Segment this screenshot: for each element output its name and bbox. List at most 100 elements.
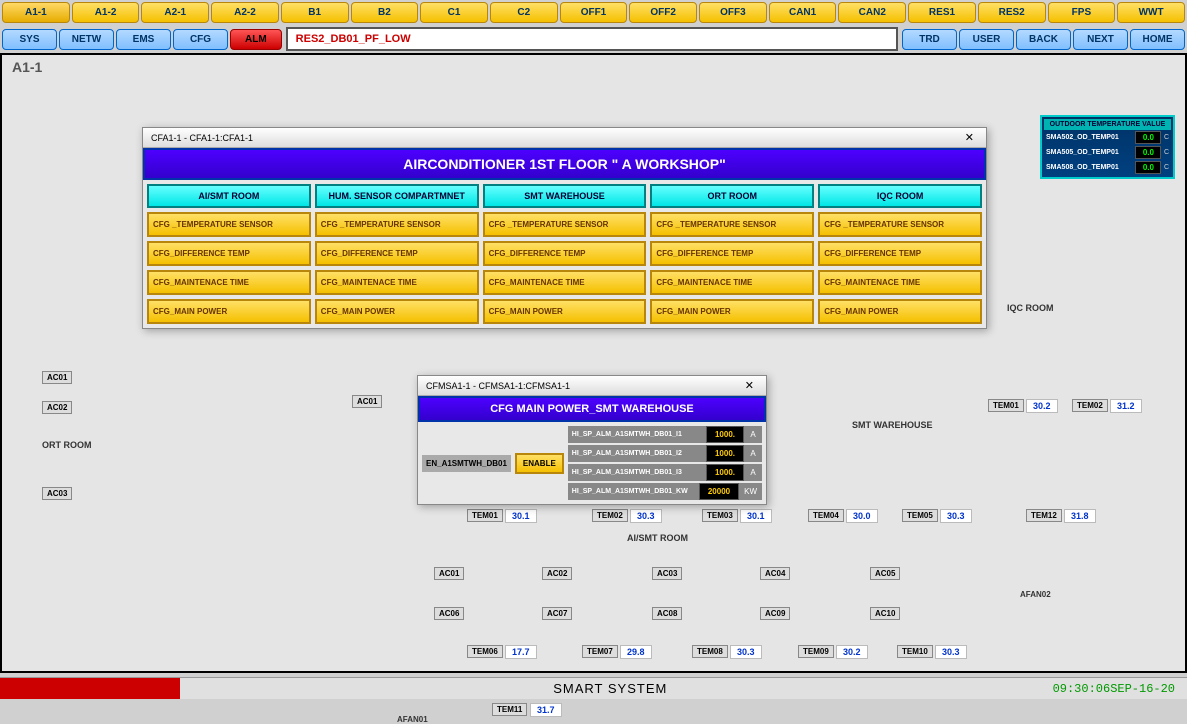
config-item-button[interactable]: CFG_MAIN POWER: [650, 299, 814, 324]
tem-value: 31.7: [530, 703, 562, 717]
nav-fps[interactable]: FPS: [1048, 2, 1116, 23]
config-item-button[interactable]: CFG _TEMPERATURE SENSOR: [147, 212, 311, 237]
config-item-button[interactable]: CFG _TEMPERATURE SENSOR: [483, 212, 647, 237]
second-nav: SYSNETWEMSCFG ALM RES2_DB01_PF_LOW TRDUS…: [0, 25, 1187, 53]
nav-a1-2[interactable]: A1-2: [72, 2, 140, 23]
ac-unit-label[interactable]: AC05: [870, 567, 900, 580]
config-item-button[interactable]: CFG_MAINTENACE TIME: [818, 270, 982, 295]
outdoor-value: 0.0: [1135, 146, 1161, 159]
enable-button[interactable]: ENABLE: [515, 453, 564, 474]
outdoor-row: SMA502_OD_TEMP010.0C: [1044, 130, 1171, 145]
config-column-head: ORT ROOM: [650, 184, 814, 208]
config-column: AI/SMT ROOMCFG _TEMPERATURE SENSORCFG_DI…: [147, 184, 311, 324]
param-label: HI_SP_ALM_A1SMTWH_DB01_I1: [568, 428, 706, 441]
ac-unit-label[interactable]: AC04: [760, 567, 790, 580]
config-item-button[interactable]: CFG_MAIN POWER: [147, 299, 311, 324]
ac-unit-label[interactable]: AC08: [652, 607, 682, 620]
config-item-button[interactable]: CFG _TEMPERATURE SENSOR: [818, 212, 982, 237]
nav-sys[interactable]: SYS: [2, 29, 57, 50]
param-unit: A: [744, 446, 762, 461]
dialog-titlebar: CFA1-1 - CFA1-1:CFA1-1 ✕: [143, 128, 986, 148]
nav-b2[interactable]: B2: [351, 2, 419, 23]
nav-off2[interactable]: OFF2: [629, 2, 697, 23]
config-item-button[interactable]: CFG_MAINTENACE TIME: [147, 270, 311, 295]
config-dialog: CFA1-1 - CFA1-1:CFA1-1 ✕ AIRCONDITIONER …: [142, 127, 987, 329]
ac-unit-label[interactable]: AC09: [760, 607, 790, 620]
nav-can2[interactable]: CAN2: [838, 2, 906, 23]
alarm-bar: RES2_DB01_PF_LOW: [286, 27, 898, 51]
nav-next[interactable]: NEXT: [1073, 29, 1128, 50]
tem-value: 30.1: [740, 509, 772, 523]
nav-can1[interactable]: CAN1: [769, 2, 837, 23]
room-label: ORT ROOM: [42, 440, 92, 450]
ac-unit-label[interactable]: AC02: [542, 567, 572, 580]
config-column: ORT ROOM CFG _TEMPERATURE SENSOR CFG_DIFFE…: [650, 184, 814, 324]
nav-b1[interactable]: B1: [281, 2, 349, 23]
tem-label: TEM08: [692, 645, 728, 658]
outdoor-unit: C: [1164, 164, 1169, 171]
ac-unit-label[interactable]: AC01: [352, 395, 382, 408]
config-item-button[interactable]: CFG_MAIN POWER: [483, 299, 647, 324]
room-label: IQC ROOM: [1007, 303, 1054, 313]
ac-unit-label[interactable]: AC01: [42, 371, 72, 384]
nav-a2-2[interactable]: A2-2: [211, 2, 279, 23]
ac-unit-label[interactable]: AC03: [652, 567, 682, 580]
param-value[interactable]: 20000: [699, 483, 739, 500]
config-item-button[interactable]: CFG_MAIN POWER: [315, 299, 479, 324]
param-value[interactable]: 1000.: [706, 426, 744, 443]
close-icon[interactable]: ✕: [961, 131, 978, 144]
tem-label: TEM03: [702, 509, 738, 522]
config-item-button[interactable]: CFG_DIFFERENCE TEMP: [650, 241, 814, 266]
config-item-button[interactable]: CFG_DIFFERENCE TEMP: [483, 241, 647, 266]
nav-back[interactable]: BACK: [1016, 29, 1071, 50]
ac-unit-label[interactable]: AC02: [42, 401, 72, 414]
tem-label: TEM01: [988, 399, 1024, 412]
config-item-button[interactable]: CFG_MAINTENACE TIME: [315, 270, 479, 295]
nav-off3[interactable]: OFF3: [699, 2, 767, 23]
config-item-button[interactable]: CFG_DIFFERENCE TEMP: [315, 241, 479, 266]
param-unit: KW: [739, 484, 762, 499]
config-item-button[interactable]: CFG_DIFFERENCE TEMP: [147, 241, 311, 266]
config-item-button[interactable]: CFG_DIFFERENCE TEMP: [818, 241, 982, 266]
outdoor-value: 0.0: [1135, 161, 1161, 174]
nav-user[interactable]: USER: [959, 29, 1014, 50]
nav-wwt[interactable]: WWT: [1117, 2, 1185, 23]
tem-label: TEM06: [467, 645, 503, 658]
nav-ems[interactable]: EMS: [116, 29, 171, 50]
ac-unit-label[interactable]: AC07: [542, 607, 572, 620]
status-indicator: [0, 678, 180, 699]
config-item-button[interactable]: CFG _TEMPERATURE SENSOR: [315, 212, 479, 237]
ac-unit-label[interactable]: AC03: [42, 487, 72, 500]
close-icon[interactable]: ✕: [741, 379, 758, 392]
param-value[interactable]: 1000.: [706, 445, 744, 462]
outdoor-row: SMA508_OD_TEMP010.0C: [1044, 160, 1171, 175]
config-column-head: SMT WAREHOUSE: [483, 184, 647, 208]
nav-a1-1[interactable]: A1-1: [2, 2, 70, 23]
param-row: HI_SP_ALM_A1SMTWH_DB01_I31000.A: [568, 464, 762, 481]
nav-res2[interactable]: RES2: [978, 2, 1046, 23]
ac-unit-label[interactable]: AC01: [434, 567, 464, 580]
nav-c1[interactable]: C1: [420, 2, 488, 23]
dialog-header: AIRCONDITIONER 1ST FLOOR " A WORKSHOP": [143, 148, 986, 180]
nav-res1[interactable]: RES1: [908, 2, 976, 23]
ac-unit-label[interactable]: AC10: [870, 607, 900, 620]
nav-netw[interactable]: NETW: [59, 29, 114, 50]
nav-off1[interactable]: OFF1: [560, 2, 628, 23]
config-item-button[interactable]: CFG _TEMPERATURE SENSOR: [650, 212, 814, 237]
nav-cfg[interactable]: CFG: [173, 29, 228, 50]
nav-a2-1[interactable]: A2-1: [141, 2, 209, 23]
nav-c2[interactable]: C2: [490, 2, 558, 23]
nav-trd[interactable]: TRD: [902, 29, 957, 50]
config-item-button[interactable]: CFG_MAIN POWER: [818, 299, 982, 324]
tem-value: 31.2: [1110, 399, 1142, 413]
tem-label: TEM02: [592, 509, 628, 522]
tem-value: 30.3: [940, 509, 972, 523]
config-item-button[interactable]: CFG_MAINTENACE TIME: [483, 270, 647, 295]
ac-unit-label[interactable]: AC06: [434, 607, 464, 620]
param-dialog: CFMSA1-1 - CFMSA1-1:CFMSA1-1 ✕ CFG MAIN …: [417, 375, 767, 505]
alm-button[interactable]: ALM: [230, 29, 282, 50]
param-value[interactable]: 1000.: [706, 464, 744, 481]
nav-home[interactable]: HOME: [1130, 29, 1185, 50]
param-label: HI_SP_ALM_A1SMTWH_DB01_I2: [568, 447, 706, 460]
config-item-button[interactable]: CFG_MAINTENACE TIME: [650, 270, 814, 295]
